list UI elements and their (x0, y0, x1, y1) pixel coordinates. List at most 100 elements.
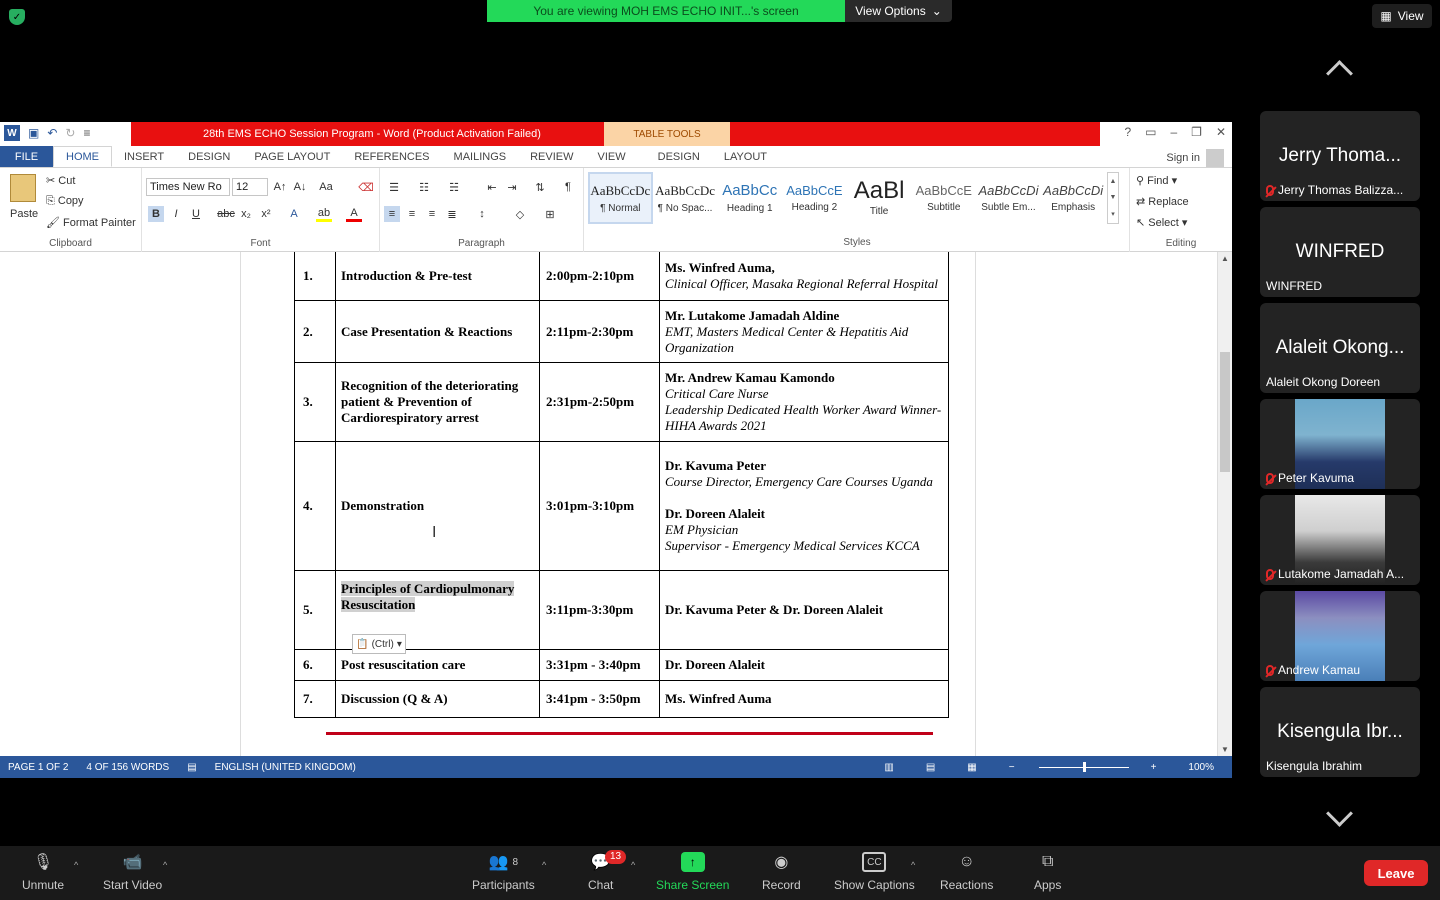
find-button[interactable]: ⚲ Find ▾ (1136, 174, 1177, 187)
customize-qat-icon[interactable]: ≡ (83, 126, 90, 140)
show-marks-icon[interactable]: ¶ (560, 179, 576, 195)
vertical-scrollbar[interactable]: ▲ ▼ (1217, 252, 1232, 756)
style-normal[interactable]: AaBbCcDc ¶ Normal (588, 172, 653, 224)
superscript-icon[interactable]: x² (258, 206, 274, 222)
participant-tile[interactable]: Andrew Kamau (1260, 591, 1420, 681)
show-captions-button[interactable]: CC Show Captions (834, 852, 915, 892)
increase-indent-icon[interactable]: ⇥ (504, 179, 520, 195)
tab-references[interactable]: REFERENCES (342, 146, 441, 167)
view-options-button[interactable]: View Options ⌄ (845, 0, 952, 22)
copy-button[interactable]: ⎘ Copy (46, 195, 84, 208)
style-title[interactable]: AaBl Title (847, 172, 912, 224)
table-row[interactable]: 6. Post resuscitation care 3:31pm - 3:40… (294, 649, 949, 681)
participants-button[interactable]: 👥 8 Participants (472, 852, 535, 892)
page-count[interactable]: PAGE 1 OF 2 (8, 762, 68, 773)
zoom-in-icon[interactable]: + (1151, 762, 1157, 773)
justify-icon[interactable]: ≣ (444, 206, 460, 222)
paste-icon[interactable] (10, 174, 36, 202)
save-icon[interactable]: ▣ (28, 126, 39, 140)
unmute-button[interactable]: 🎙 Unmute (22, 852, 64, 892)
tab-file[interactable]: FILE (0, 146, 53, 167)
text-effects-icon[interactable]: A (286, 206, 302, 222)
tab-view[interactable]: VIEW (586, 146, 638, 167)
paste-button[interactable]: Paste (10, 208, 38, 220)
restore-icon[interactable]: ❐ (1191, 125, 1202, 139)
table-row[interactable]: 1. Introduction & Pre-test 2:00pm-2:10pm… (294, 252, 949, 301)
grow-font-icon[interactable]: A↑ (272, 179, 288, 195)
audio-options-caret[interactable]: ^ (74, 860, 78, 870)
zoom-slider[interactable] (1038, 761, 1129, 772)
participant-tile[interactable]: Peter Kavuma (1260, 399, 1420, 489)
language[interactable]: ENGLISH (UNITED KINGDOM) (215, 762, 356, 773)
style-emphasis[interactable]: AaBbCcDi Emphasis (1041, 172, 1106, 224)
tab-home[interactable]: HOME (53, 146, 112, 167)
record-button[interactable]: ◉ Record (762, 852, 801, 892)
share-screen-button[interactable]: ↑ Share Screen (656, 852, 729, 892)
tab-table-design[interactable]: DESIGN (638, 146, 712, 167)
table-row[interactable]: 7. Discussion (Q & A) 3:41pm - 3:50pm Ms… (294, 680, 949, 718)
table-row[interactable]: 3. Recognition of the deteriorating pati… (294, 362, 949, 442)
bullets-icon[interactable]: ☰ (386, 179, 402, 195)
style-no-spacing[interactable]: AaBbCcDc ¶ No Spac... (653, 172, 718, 224)
participant-tile[interactable]: Jerry Thoma... Jerry Thomas Balizza... (1260, 111, 1420, 201)
multilevel-list-icon[interactable]: ☵ (446, 179, 462, 195)
captions-options-caret[interactable]: ^ (911, 860, 915, 870)
document-area[interactable]: 1. Introduction & Pre-test 2:00pm-2:10pm… (0, 252, 1232, 756)
scroll-down-icon[interactable]: ▼ (1221, 745, 1229, 754)
align-right-icon[interactable]: ≡ (424, 206, 440, 222)
shrink-font-icon[interactable]: A↓ (292, 179, 308, 195)
clear-format-icon[interactable]: ⌫ (358, 179, 374, 195)
tab-mailings[interactable]: MAILINGS (442, 146, 519, 167)
numbering-icon[interactable]: ☷ (416, 179, 432, 195)
sort-icon[interactable]: ⇅ (532, 179, 548, 195)
gallery-scroll-down-icon[interactable] (1322, 810, 1358, 826)
read-mode-icon[interactable]: ▥ (884, 762, 893, 773)
table-row[interactable]: 4. Demonstration 3:01pm-3:10pm Dr. Kavum… (294, 441, 949, 571)
underline-icon[interactable]: U (188, 206, 204, 222)
shading-icon[interactable]: ◇ (512, 206, 528, 222)
align-left-icon[interactable]: ≡ (384, 206, 400, 222)
font-size-box[interactable]: 12 (232, 178, 268, 196)
tab-table-layout[interactable]: LAYOUT (712, 146, 779, 167)
participant-tile[interactable]: Alaleit Okong... Alaleit Okong Doreen (1260, 303, 1420, 393)
bold-icon[interactable]: B (148, 206, 164, 222)
paste-options-button[interactable]: 📋 (Ctrl) ▾ (352, 634, 406, 654)
participant-tile[interactable]: Lutakome Jamadah A... (1260, 495, 1420, 585)
style-subtitle[interactable]: AaBbCcE Subtitle (911, 172, 976, 224)
participants-options-caret[interactable]: ^ (542, 860, 546, 870)
line-spacing-icon[interactable]: ↕ (474, 206, 490, 222)
zoom-level[interactable]: 100% (1188, 762, 1214, 773)
change-case-icon[interactable]: Aa (318, 179, 334, 195)
strikethrough-icon[interactable]: abc (217, 206, 235, 222)
participant-tile[interactable]: Kisengula Ibr... Kisengula Ibrahim (1260, 687, 1420, 777)
decrease-indent-icon[interactable]: ⇤ (484, 179, 500, 195)
highlight-icon[interactable]: ab (316, 206, 332, 222)
undo-icon[interactable]: ↶ (47, 126, 57, 140)
align-center-icon[interactable]: ≡ (404, 206, 420, 222)
tab-insert[interactable]: INSERT (112, 146, 176, 167)
gallery-scroll-up-icon[interactable] (1322, 58, 1358, 74)
tab-page-layout[interactable]: PAGE LAYOUT (242, 146, 342, 167)
view-button[interactable]: ▦ View (1372, 4, 1432, 28)
borders-icon[interactable]: ⊞ (542, 206, 558, 222)
redo-icon[interactable]: ↻ (65, 126, 75, 140)
help-icon[interactable]: ? (1124, 125, 1131, 139)
table-row[interactable]: 2. Case Presentation & Reactions 2:11pm-… (294, 300, 949, 363)
style-heading-1[interactable]: AaBbCc Heading 1 (717, 172, 782, 224)
proofing-icon[interactable]: ▤ (187, 762, 196, 773)
replace-button[interactable]: ⇄ Replace (1136, 195, 1189, 208)
word-app-icon[interactable]: W (4, 125, 20, 141)
style-heading-2[interactable]: AaBbCcE Heading 2 (782, 172, 847, 224)
close-icon[interactable]: ✕ (1216, 125, 1226, 139)
zoom-out-icon[interactable]: − (1009, 762, 1015, 773)
reactions-button[interactable]: ☺ Reactions (940, 852, 993, 892)
italic-icon[interactable]: I (168, 206, 184, 222)
tab-design[interactable]: DESIGN (176, 146, 242, 167)
sign-in[interactable]: Sign in (1166, 149, 1224, 167)
print-layout-icon[interactable]: ▤ (926, 762, 935, 773)
styles-scroll[interactable]: ▲ ▼ ▾ (1107, 172, 1119, 224)
scroll-up-icon[interactable]: ▲ (1221, 254, 1229, 263)
scroll-thumb[interactable] (1220, 352, 1230, 472)
cut-button[interactable]: ✂ Cut (46, 174, 75, 187)
font-name-box[interactable]: Times New Ro (146, 178, 230, 196)
